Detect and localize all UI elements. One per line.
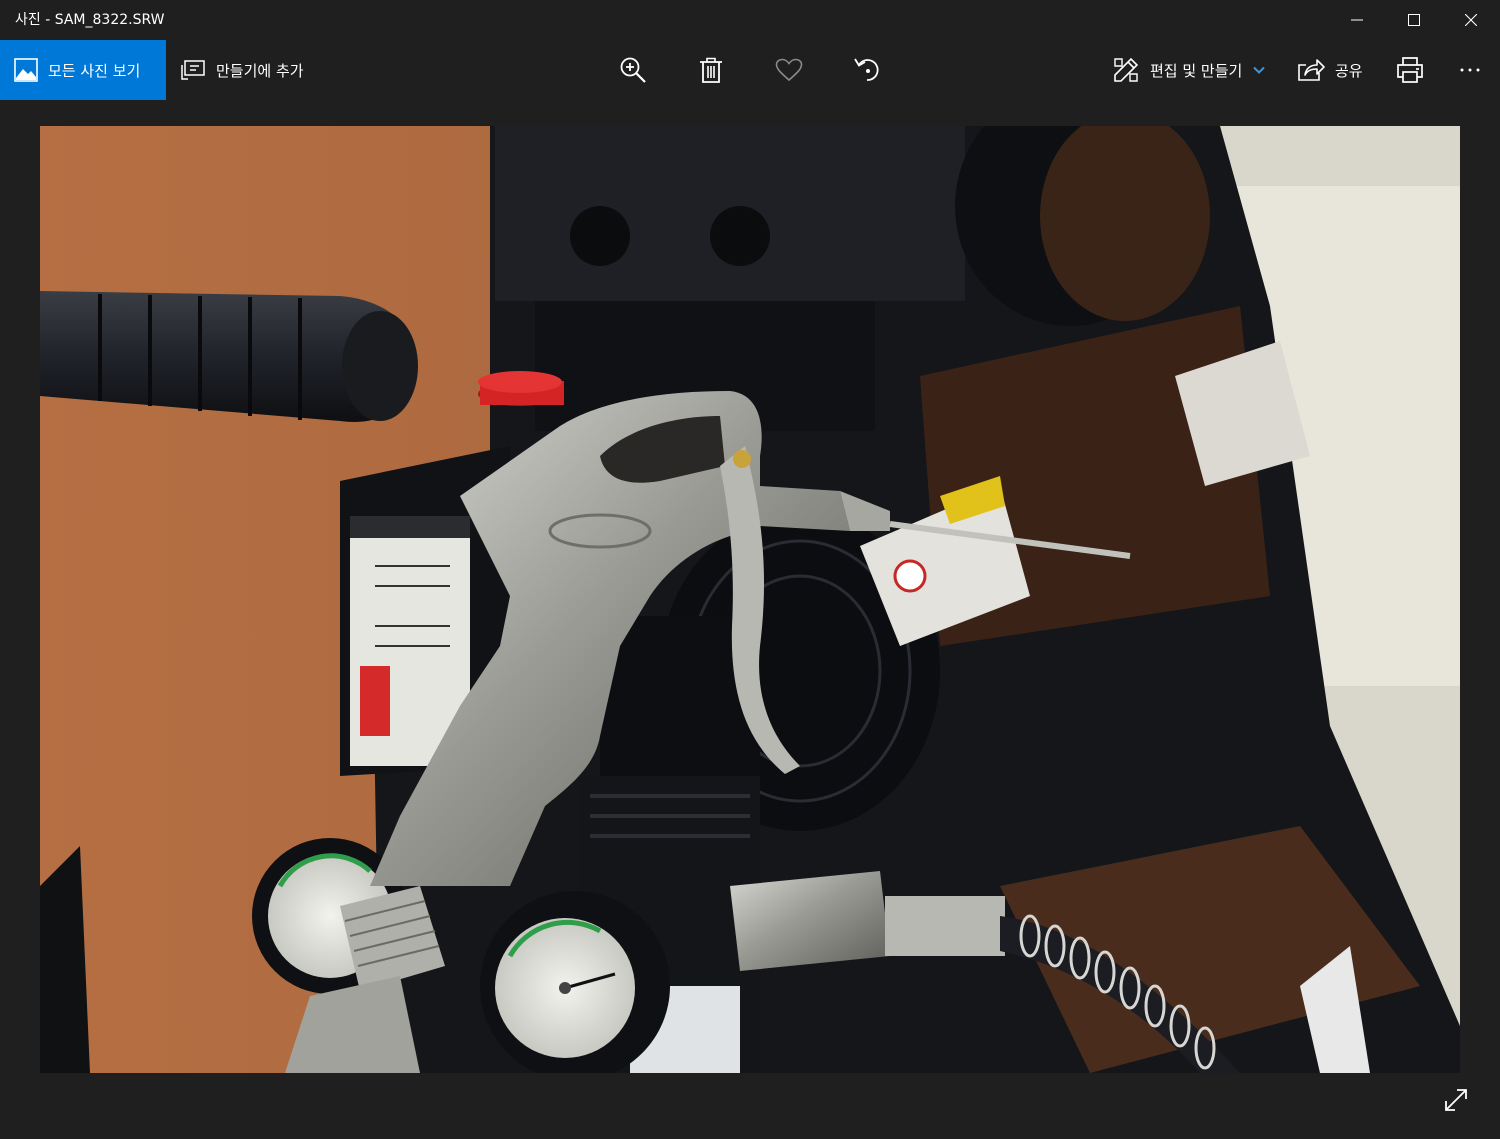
photo-gallery-icon [14,58,38,82]
share-button[interactable]: 공유 [1297,40,1363,100]
window-title: 사진 - SAM_8322.SRW [15,12,165,28]
delete-button[interactable] [681,40,741,100]
photo-viewer[interactable] [40,126,1460,1073]
expand-icon [1445,1089,1467,1111]
edit-create-button[interactable]: 편집 및 만들기 [1112,40,1266,100]
trash-icon [700,57,722,83]
minimize-button[interactable] [1328,0,1386,40]
share-label: 공유 [1335,61,1363,80]
heart-icon [775,58,803,82]
maximize-button[interactable] [1385,0,1443,40]
more-icon [1460,68,1480,72]
add-to-creation-icon [181,60,205,80]
fullscreen-button[interactable] [1436,1080,1476,1120]
edit-create-icon [1114,57,1139,82]
all-photos-label: 모든 사진 보기 [48,61,141,80]
share-icon [1298,59,1325,81]
edit-create-label: 편집 및 만들기 [1150,61,1243,80]
minimize-icon [1351,19,1363,21]
favorite-button[interactable] [759,40,819,100]
close-button[interactable] [1442,0,1500,40]
printer-icon [1397,57,1423,83]
photo-image [40,126,1460,1073]
maximize-icon [1408,14,1420,26]
zoom-button[interactable] [603,40,663,100]
rotate-button[interactable] [837,40,897,100]
add-to-creation-label: 만들기에 추가 [216,61,304,80]
all-photos-button[interactable]: 모든 사진 보기 [0,40,166,100]
title-bar: 사진 - SAM_8322.SRW [0,0,1500,40]
toolbar: 모든 사진 보기 만들기에 추가 편집 및 만들기 공유 [0,40,1500,100]
rotate-icon [854,58,879,81]
print-button[interactable] [1380,40,1440,100]
more-button[interactable] [1440,40,1500,100]
close-icon [1465,14,1477,26]
zoom-in-icon [620,57,646,83]
chevron-down-icon [1253,66,1266,74]
add-to-creation-button[interactable]: 만들기에 추가 [178,40,306,100]
